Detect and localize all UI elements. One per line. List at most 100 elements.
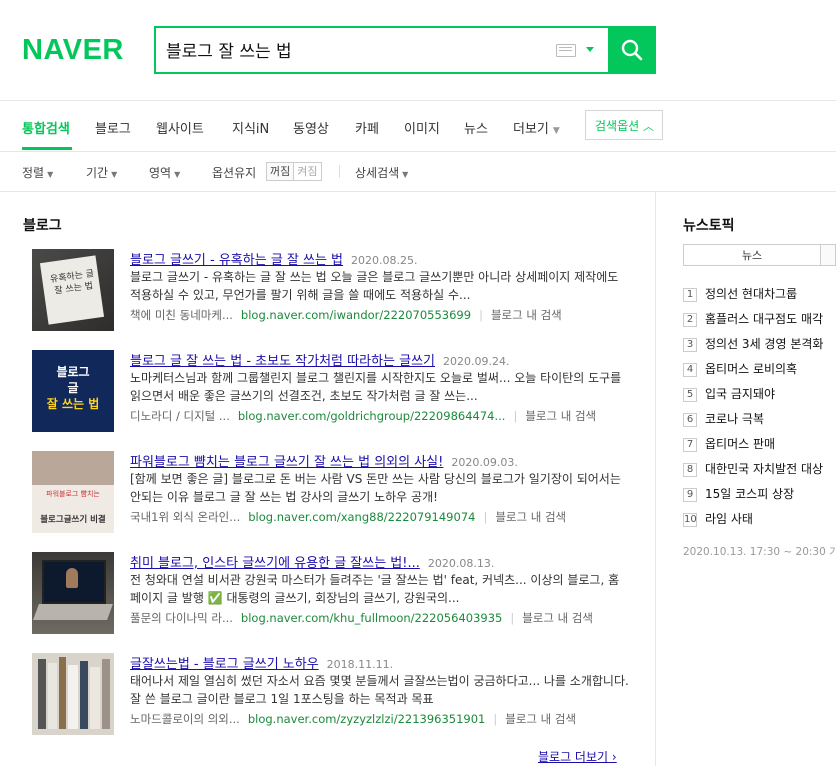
result-url[interactable]: blog.naver.com/zyzyzlzlzi/221396351901 xyxy=(248,712,486,726)
sort-label: 정렬 xyxy=(22,166,45,180)
thumbnail-text: 블로그글쓰기 비결 xyxy=(40,515,106,525)
tab-kin[interactable]: 지식iN xyxy=(232,118,269,137)
result-url[interactable]: blog.naver.com/goldrichgroup/22209864474… xyxy=(238,409,506,423)
result-url[interactable]: blog.naver.com/xang88/222079149074 xyxy=(248,510,475,524)
tab-blog[interactable]: 블로그 xyxy=(95,118,131,137)
news-topic-tab-next[interactable] xyxy=(821,244,836,266)
news-topic-item[interactable]: 4 옵티머스 로비의혹 xyxy=(683,360,797,377)
thumbnail[interactable] xyxy=(32,552,114,634)
rank-badge: 8 xyxy=(683,463,697,477)
sort-filter[interactable]: 정렬 ▼ xyxy=(22,164,53,181)
separator: | xyxy=(510,611,515,625)
result-date: 2018.11.11. xyxy=(326,658,394,671)
news-topic-timestamp: 2020.10.13. 17:30 ~ 20:30 기준 xyxy=(683,546,836,558)
news-topic-item[interactable]: 10 라임 사태 xyxy=(683,510,753,527)
separator: | xyxy=(483,510,488,524)
result-title-link[interactable]: 글잘쓰는법 - 블로그 글쓰기 노하우 xyxy=(130,657,319,672)
in-blog-search-link[interactable]: 블로그 내 검색 xyxy=(522,611,593,625)
tab-video[interactable]: 동영상 xyxy=(293,118,329,137)
thumbnail[interactable]: 블로그 글 잘 쓰는 법 xyxy=(32,350,114,432)
rank-badge: 4 xyxy=(683,363,697,377)
result-author[interactable]: 노마드콜로이의 의외... xyxy=(130,712,240,726)
keep-option-label: 옵션유지 xyxy=(212,166,257,180)
thumbnail[interactable]: 유혹하는 글 잘 쓰는 법 xyxy=(32,249,114,331)
tab-more[interactable]: 더보기 ▼ xyxy=(513,118,560,137)
in-blog-search-link[interactable]: 블로그 내 검색 xyxy=(495,510,566,524)
column-divider xyxy=(655,192,656,766)
result-title-link[interactable]: 블로그 글쓰기 - 유혹하는 글 잘 쓰는 법 xyxy=(130,253,343,268)
result-url[interactable]: blog.naver.com/iwandor/222070553699 xyxy=(241,308,471,322)
search-input[interactable] xyxy=(166,37,546,61)
search-button[interactable] xyxy=(608,26,656,74)
separator: | xyxy=(493,712,498,726)
tab-website[interactable]: 웹사이트 xyxy=(156,118,204,137)
tab-integrated[interactable]: 통합검색 xyxy=(22,118,70,137)
news-topic-item[interactable]: 3 정의선 3세 경영 본격화 xyxy=(683,335,823,352)
blog-more-link[interactable]: 블로그 더보기 › xyxy=(538,748,617,765)
search-tabs: 통합검색 블로그 웹사이트 지식iN 동영상 카페 이미지 뉴스 더보기 ▼ 검색… xyxy=(0,100,836,152)
result-title[interactable]: 파워블로그 뺨치는 블로그 글쓰기 잘 쓰는 법 의외의 사실! 2020.09.… xyxy=(130,451,518,470)
separator: | xyxy=(479,308,483,322)
news-topic-item[interactable]: 6 코로나 극복 xyxy=(683,410,764,427)
search-options-label: 검색옵션 xyxy=(595,119,640,133)
news-topic-tab[interactable]: 뉴스 xyxy=(683,244,821,266)
result-title[interactable]: 취미 블로그, 인스타 글쓰기에 유용한 글 잘쓰는 법!... 2020.08.… xyxy=(130,552,494,571)
news-topic-label: 라임 사태 xyxy=(705,512,753,526)
naver-logo[interactable]: NAVER xyxy=(22,34,124,67)
area-filter[interactable]: 영역 ▼ xyxy=(149,164,180,181)
result-author[interactable]: 책에 미친 동네마케... xyxy=(130,308,233,322)
keep-option-toggle[interactable]: 꺼짐 켜짐 xyxy=(266,162,322,181)
news-topic-item[interactable]: 9 15일 코스피 상장 xyxy=(683,485,794,502)
result-title-link[interactable]: 블로그 글 잘 쓰는 법 - 초보도 작가처럼 따라하는 글쓰기 xyxy=(130,354,435,369)
news-topic-item[interactable]: 2 홈플러스 대구점도 매각 xyxy=(683,310,823,327)
result-title-link[interactable]: 취미 블로그, 인스타 글쓰기에 유용한 글 잘쓰는 법!... xyxy=(130,556,420,571)
search-icon xyxy=(621,39,643,61)
result-title[interactable]: 글잘쓰는법 - 블로그 글쓰기 노하우 2018.11.11. xyxy=(130,653,393,672)
detail-search-filter[interactable]: 상세검색 ▼ xyxy=(355,164,408,181)
toggle-on[interactable]: 켜짐 xyxy=(294,163,320,180)
news-topic-label: 15일 코스피 상장 xyxy=(705,487,795,501)
blog-section-title: 블로그 xyxy=(23,218,62,234)
tab-cafe[interactable]: 카페 xyxy=(355,118,379,137)
result-url[interactable]: blog.naver.com/khu_fullmoon/222056403935 xyxy=(241,611,502,625)
rank-badge: 1 xyxy=(683,288,697,302)
search-options-button[interactable]: 검색옵션 ︿ xyxy=(585,110,663,140)
thumbnail[interactable]: 파워블로그 뺨치는 블로그글쓰기 비결 xyxy=(32,451,114,533)
blog-result: 글잘쓰는법 - 블로그 글쓰기 노하우 2018.11.11. 태어나서 제일 열… xyxy=(32,653,632,737)
area-label: 영역 xyxy=(149,166,172,180)
autocomplete-toggle-icon[interactable] xyxy=(586,47,594,52)
news-topic-item[interactable]: 5 입국 금지돼야 xyxy=(683,385,775,402)
search-box xyxy=(154,26,610,74)
news-topic-label: 정의선 3세 경영 본격화 xyxy=(705,337,824,351)
result-author[interactable]: 풀문의 다이나믹 라... xyxy=(130,611,233,625)
rank-badge: 9 xyxy=(683,488,697,502)
result-title-link[interactable]: 파워블로그 뺨치는 블로그 글쓰기 잘 쓰는 법 의외의 사실! xyxy=(130,455,443,470)
result-author[interactable]: 국내1위 외식 온라인... xyxy=(130,510,240,524)
result-meta: 국내1위 외식 온라인... blog.naver.com/xang88/2220… xyxy=(130,509,566,525)
result-title[interactable]: 블로그 글쓰기 - 유혹하는 글 잘 쓰는 법 2020.08.25. xyxy=(130,249,418,268)
rank-badge: 10 xyxy=(683,513,697,527)
result-author[interactable]: 디노라디 / 디지털 ... xyxy=(130,409,230,423)
news-topic-item[interactable]: 8 대한민국 자치발전 대상 xyxy=(683,460,823,477)
in-blog-search-link[interactable]: 블로그 내 검색 xyxy=(491,308,562,322)
news-topic-item[interactable]: 7 옵티머스 판매 xyxy=(683,435,775,452)
result-meta: 노마드콜로이의 의외... blog.naver.com/zyzyzlzlzi/2… xyxy=(130,711,576,727)
period-filter[interactable]: 기간 ▼ xyxy=(86,164,117,181)
result-title[interactable]: 블로그 글 잘 쓰는 법 - 초보도 작가처럼 따라하는 글쓰기 2020.09.… xyxy=(130,350,510,369)
result-description: [함께 보면 좋은 글] 블로그로 돈 버는 사람 VS 돈만 쓰는 사람 당신… xyxy=(130,472,621,504)
tab-image[interactable]: 이미지 xyxy=(404,118,440,137)
rank-badge: 5 xyxy=(683,388,697,402)
rank-badge: 3 xyxy=(683,338,697,352)
result-meta: 책에 미친 동네마케... blog.naver.com/iwandor/2220… xyxy=(130,307,562,323)
blog-more-label: 블로그 더보기 xyxy=(538,750,609,764)
in-blog-search-link[interactable]: 블로그 내 검색 xyxy=(505,712,576,726)
news-topic-item[interactable]: 1 정의선 현대차그룹 xyxy=(683,285,797,302)
chevron-down-icon: ▼ xyxy=(174,170,181,179)
news-topic-label: 대한민국 자치발전 대상 xyxy=(705,462,824,476)
tab-news[interactable]: 뉴스 xyxy=(464,118,488,137)
result-meta: 풀문의 다이나믹 라... blog.naver.com/khu_fullmoon… xyxy=(130,610,593,626)
in-blog-search-link[interactable]: 블로그 내 검색 xyxy=(525,409,596,423)
thumbnail[interactable] xyxy=(32,653,114,735)
toggle-off[interactable]: 꺼짐 xyxy=(267,163,295,180)
keyboard-icon[interactable] xyxy=(556,44,576,57)
